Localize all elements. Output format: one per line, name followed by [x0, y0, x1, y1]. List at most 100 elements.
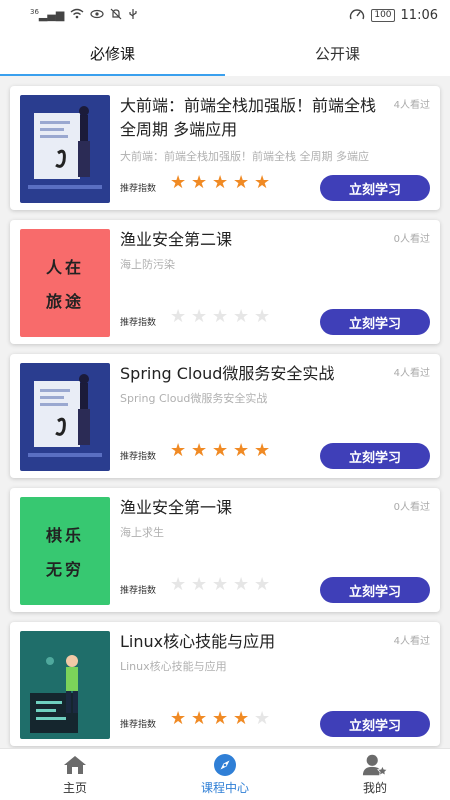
rating-stars: ★ ★ ★ ★ ★ — [170, 576, 272, 594]
status-icons-left: 36▂▄▆ — [30, 8, 138, 23]
signal-icon: 36▂▄▆ — [30, 8, 65, 22]
star-icon: ★ — [233, 306, 250, 327]
star-icon: ★ — [212, 306, 229, 327]
star-icon: ★ — [212, 574, 229, 595]
star-icon: ★ — [254, 306, 271, 327]
tab-required[interactable]: 必修课 — [0, 30, 225, 76]
illustration-icon — [20, 95, 110, 203]
course-list[interactable]: 大前端：前端全栈加强版！前端全栈 全周期 多端应用 4人看过 大前端：前端全栈加… — [0, 76, 450, 748]
status-bar: 36▂▄▆ 100 11:06 — [0, 0, 450, 30]
nav-home[interactable]: 主页 — [0, 749, 150, 800]
compass-icon — [212, 753, 238, 777]
star-icon: ★ — [170, 574, 187, 595]
nav-course-center-label: 课程中心 — [200, 781, 249, 795]
course-title: 渔业安全第一课 — [120, 498, 233, 517]
course-subtitle: Linux核心技能与应用 — [120, 660, 227, 673]
thumbnail-line: 旅途 — [45, 292, 84, 311]
illustration-icon — [20, 631, 110, 739]
course-tabs: 必修课 公开课 — [0, 30, 450, 76]
star-icon: ★ — [170, 172, 187, 193]
thumbnail-text: 人在 旅途 — [20, 229, 110, 337]
course-subtitle: 大前端：前端全栈加强版！前端全栈 全周期 多端应 — [120, 150, 369, 163]
course-card[interactable]: Linux核心技能与应用 4人看过 Linux核心技能与应用 推荐指数 ★ ★ ★ ★… — [10, 622, 440, 746]
course-card[interactable]: 大前端：前端全栈加强版！前端全栈 全周期 多端应用 4人看过 大前端：前端全栈加… — [10, 86, 440, 210]
learn-now-button[interactable]: 立刻学习 — [320, 443, 430, 469]
rating-stars: ★ ★ ★ ★ ★ — [170, 174, 272, 192]
view-count: 0人看过 — [393, 502, 430, 513]
usb-icon — [128, 8, 138, 23]
clock: 11:06 — [400, 7, 438, 23]
learn-now-button[interactable]: 立刻学习 — [320, 309, 430, 335]
star-icon: ★ — [191, 306, 208, 327]
rating-label: 推荐指数 — [120, 452, 157, 462]
course-title: 渔业安全第二课 — [120, 230, 233, 249]
thumbnail-line: 棋乐 — [45, 526, 84, 545]
course-subtitle: 海上防污染 — [120, 258, 175, 271]
learn-now-button[interactable]: 立刻学习 — [320, 175, 430, 201]
star-icon: ★ — [233, 574, 250, 595]
star-icon: ★ — [254, 172, 271, 193]
thumbnail-line: 无穷 — [45, 560, 84, 579]
star-icon: ★ — [191, 708, 208, 729]
rating-label: 推荐指数 — [120, 184, 157, 194]
learn-now-button[interactable]: 立刻学习 — [320, 577, 430, 603]
star-icon: ★ — [170, 440, 187, 461]
signal-label: 36 — [30, 8, 39, 17]
star-icon: ★ — [233, 172, 250, 193]
course-thumbnail: 人在 旅途 — [20, 229, 110, 337]
tab-public[interactable]: 公开课 — [225, 30, 450, 76]
course-thumbnail — [20, 363, 110, 471]
illustration-icon — [20, 363, 110, 471]
wifi-icon — [70, 8, 84, 22]
rating-label: 推荐指数 — [120, 586, 157, 596]
star-icon: ★ — [170, 306, 187, 327]
nav-mine-label: 我的 — [362, 781, 387, 795]
course-subtitle: 海上求生 — [120, 526, 164, 539]
nav-course-center[interactable]: 课程中心 — [150, 749, 300, 800]
course-card[interactable]: 棋乐 无穷 渔业安全第一课 0人看过 海上求生 推荐指数 ★ ★ ★ ★ ★ 立刻学习 — [10, 488, 440, 612]
mute-icon — [110, 8, 122, 23]
view-count: 0人看过 — [393, 234, 430, 245]
view-count: 4人看过 — [393, 100, 430, 111]
star-icon: ★ — [233, 708, 250, 729]
learn-now-button[interactable]: 立刻学习 — [320, 711, 430, 737]
status-icons-right: 100 11:06 — [349, 7, 438, 24]
battery-level: 100 — [374, 9, 392, 20]
user-icon — [362, 753, 388, 777]
course-thumbnail: 棋乐 无穷 — [20, 497, 110, 605]
speedometer-icon — [349, 7, 365, 24]
thumbnail-line: 人在 — [45, 258, 84, 277]
course-title: 大前端：前端全栈加强版！前端全栈 全周期 多端应用 — [120, 96, 377, 139]
star-icon: ★ — [191, 172, 208, 193]
rating-label: 推荐指数 — [120, 720, 157, 730]
star-icon: ★ — [212, 708, 229, 729]
star-icon: ★ — [170, 708, 187, 729]
star-icon: ★ — [212, 172, 229, 193]
course-card[interactable]: Spring Cloud微服务安全实战 4人看过 Spring Cloud微服务… — [10, 354, 440, 478]
eye-icon — [90, 9, 104, 22]
course-subtitle: Spring Cloud微服务安全实战 — [120, 392, 268, 405]
star-icon: ★ — [233, 440, 250, 461]
thumbnail-text: 棋乐 无穷 — [20, 497, 110, 605]
star-icon: ★ — [254, 574, 271, 595]
battery-icon: 100 — [371, 8, 395, 22]
star-icon: ★ — [212, 440, 229, 461]
star-icon: ★ — [254, 440, 271, 461]
view-count: 4人看过 — [393, 368, 430, 379]
rating-label: 推荐指数 — [120, 318, 157, 328]
rating-stars: ★ ★ ★ ★ ★ — [170, 442, 272, 460]
star-icon: ★ — [191, 574, 208, 595]
home-icon — [62, 753, 88, 777]
rating-stars: ★ ★ ★ ★ ★ — [170, 710, 272, 728]
nav-mine[interactable]: 我的 — [300, 749, 450, 800]
course-title: Spring Cloud微服务安全实战 — [120, 364, 335, 383]
star-icon: ★ — [191, 440, 208, 461]
view-count: 4人看过 — [393, 636, 430, 647]
bottom-nav: 主页 课程中心 我的 — [0, 748, 450, 800]
course-card[interactable]: 人在 旅途 渔业安全第二课 0人看过 海上防污染 推荐指数 ★ ★ ★ ★ ★ 立刻学习 — [10, 220, 440, 344]
course-thumbnail — [20, 95, 110, 203]
course-thumbnail — [20, 631, 110, 739]
course-title: Linux核心技能与应用 — [120, 632, 276, 651]
nav-home-label: 主页 — [62, 781, 87, 795]
star-icon: ★ — [254, 708, 271, 729]
